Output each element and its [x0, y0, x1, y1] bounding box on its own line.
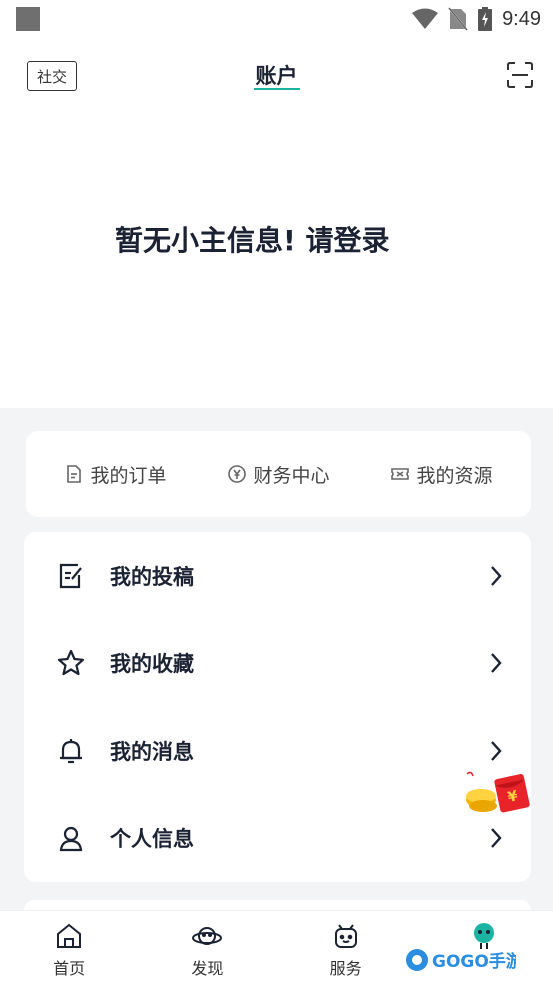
menu-item-personal-info[interactable]: 个人信息	[24, 795, 531, 883]
login-prompt[interactable]: 暂无小主信息! 请登录	[115, 219, 390, 259]
nav-home[interactable]: 首页	[0, 911, 138, 983]
no-sim-icon	[448, 7, 469, 31]
status-time: 9:49	[502, 7, 541, 30]
nav-discover[interactable]: 发现	[138, 911, 276, 983]
watermark-text: GOGO手游网	[432, 951, 516, 972]
bell-icon	[60, 738, 82, 763]
wifi-icon	[412, 8, 439, 29]
quick-actions-card: 我的订单 财务中心 我的资源	[26, 431, 531, 517]
nav-label: 发现	[191, 959, 224, 978]
nav-label: 服务	[329, 959, 362, 978]
battery-icon	[478, 7, 493, 31]
finance-center-button[interactable]: 财务中心	[227, 461, 330, 488]
menu-item-label: 我的消息	[110, 739, 194, 764]
menu-item-label: 我的投稿	[110, 564, 194, 589]
menu-card: 我的投稿 我的收藏 我的消息 个人信息	[24, 532, 531, 882]
ticket-icon	[391, 468, 410, 480]
my-resources-button[interactable]: 我的资源	[390, 461, 493, 488]
nav-services[interactable]: 服务	[277, 911, 415, 983]
scan-icon[interactable]	[507, 62, 533, 88]
chevron-right-icon	[491, 740, 502, 761]
menu-item-messages[interactable]: 我的消息	[24, 707, 531, 795]
my-resources-label: 我的资源	[416, 464, 493, 487]
menu-item-label: 个人信息	[110, 827, 194, 852]
title-underline	[254, 88, 300, 90]
edit-note-icon	[59, 563, 82, 588]
yen-coin-icon	[228, 465, 247, 483]
planet-icon	[192, 927, 223, 945]
menu-item-submissions[interactable]: 我的投稿	[24, 532, 531, 620]
account-header-area: 社交 账户 暂无小主信息! 请登录	[0, 36, 553, 408]
menu-item-label: 我的收藏	[110, 652, 194, 677]
gogo-watermark-logo: GOGO手游网	[406, 949, 516, 972]
menu-item-favorites[interactable]: 我的收藏	[24, 620, 531, 708]
my-orders-button[interactable]: 我的订单	[64, 461, 167, 488]
my-orders-label: 我的订单	[90, 464, 167, 487]
nav-label: 首页	[53, 959, 86, 978]
status-icons: 9:49	[412, 6, 541, 32]
red-envelope-icon[interactable]: ¥	[463, 768, 535, 818]
chevron-right-icon	[491, 828, 502, 849]
order-doc-icon	[67, 465, 82, 483]
chevron-right-icon	[491, 653, 502, 674]
page-title: 账户	[255, 64, 298, 88]
finance-center-label: 财务中心	[253, 464, 330, 487]
star-icon	[57, 650, 85, 676]
notification-icon	[16, 7, 40, 31]
home-icon	[57, 923, 82, 948]
robot-icon	[334, 924, 357, 948]
status-bar: 9:49	[0, 0, 553, 36]
chevron-right-icon	[491, 565, 502, 586]
user-icon	[59, 827, 83, 852]
